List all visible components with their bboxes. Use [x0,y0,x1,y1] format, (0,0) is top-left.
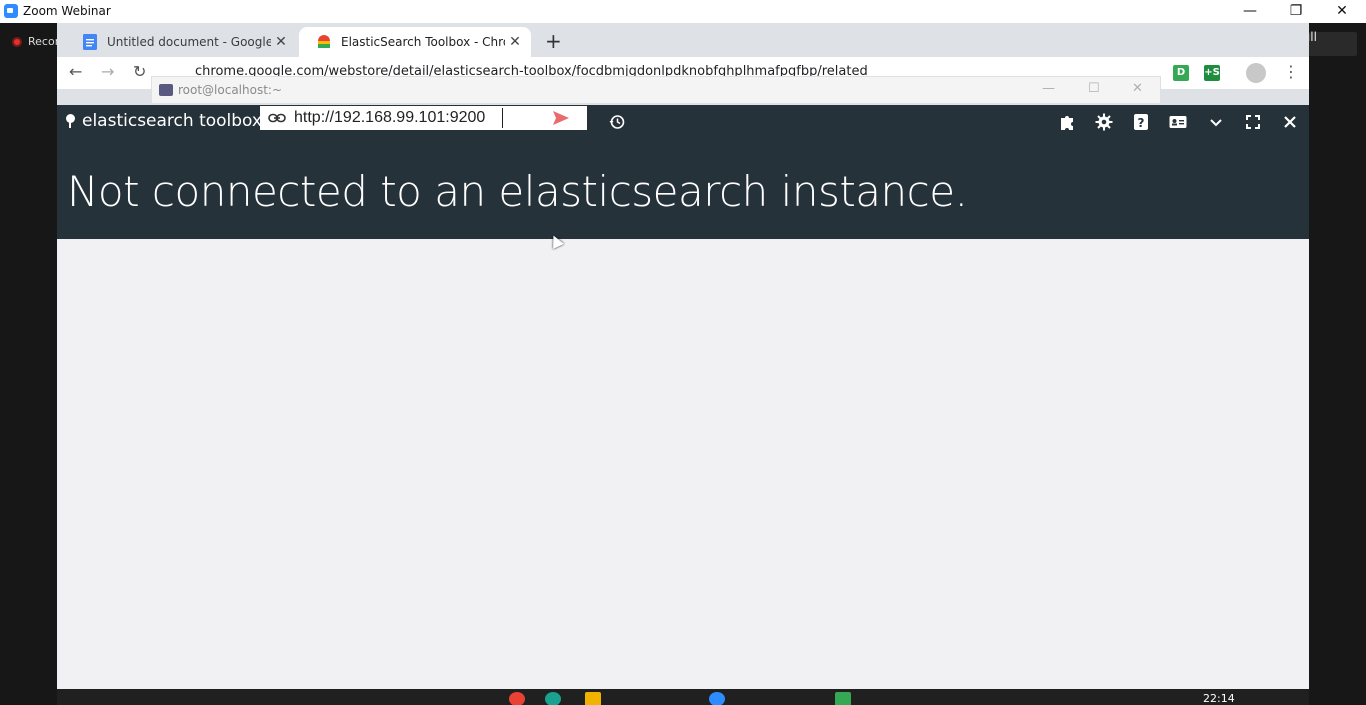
extension-d-icon[interactable]: D [1173,65,1189,81]
shared-screen: Untitled document - Google Docs ✕ Elasti… [57,23,1309,689]
file-explorer-taskbar-icon[interactable] [585,692,601,705]
terminal-window-titlebar[interactable]: root@localhost:~ — ☐ ✕ [151,76,1161,104]
terminal-close-button[interactable]: ✕ [1132,81,1143,96]
close-window-button[interactable]: ✕ [1319,0,1365,23]
tab-elasticsearch-toolbox[interactable]: ElasticSearch Toolbox - Chrome Web Store… [299,27,531,57]
connection-url-input[interactable] [294,108,503,128]
active-app-taskbar-icon[interactable] [835,692,851,705]
es-toolbox-header: elasticsearch toolbox http://192.168.99.… [57,105,1309,239]
chevron-down-icon[interactable] [1207,113,1225,131]
location-pin-icon [65,114,76,128]
windows-taskbar: 22:14 [57,689,1309,705]
terminal-maximize-button[interactable]: ☐ [1088,81,1100,96]
es-toolbox-content [57,239,1309,689]
chrome-menu-icon[interactable]: ⋮ [1283,62,1299,81]
taskbar-clock: 22:14 [1203,692,1235,705]
settings-icon[interactable] [1095,113,1113,131]
close-icon[interactable] [1281,113,1299,131]
tab-google-docs[interactable]: Untitled document - Google Docs ✕ [65,27,297,57]
es-brand: elasticsearch toolbox [65,111,262,131]
app-taskbar-icon[interactable] [545,692,561,705]
close-tab-icon[interactable]: ✕ [271,34,291,50]
zoom-taskbar-icon[interactable] [709,692,725,705]
zoom-titlebar: Zoom Webinar — ❐ ✕ [0,0,1366,23]
contact-card-icon[interactable] [1169,113,1187,131]
chrome-taskbar-icon[interactable] [509,692,525,705]
chrome-web-store-icon [318,35,330,48]
history-icon[interactable] [609,114,625,130]
terminal-title: root@localhost:~ [178,83,283,97]
restore-button[interactable]: ❐ [1273,0,1319,23]
terminal-minimize-button[interactable]: — [1042,81,1055,96]
svg-text:?: ? [1138,116,1145,130]
close-tab-icon[interactable]: ✕ [505,34,525,50]
es-brand-label: elasticsearch toolbox [82,111,262,131]
extension-s-icon[interactable]: +S [1204,65,1220,81]
zoom-window-title: Zoom Webinar [23,4,111,18]
record-icon [12,36,22,47]
terminal-icon [159,84,173,96]
plugins-icon[interactable] [1058,113,1076,131]
link-icon [268,113,286,123]
expand-icon[interactable] [1244,113,1262,131]
help-icon[interactable]: ? [1132,113,1150,131]
tab-title: Untitled document - Google Docs [107,35,271,49]
connection-status-message: Not connected to an elasticsearch instan… [67,167,968,216]
tab-title: ElasticSearch Toolbox - Chrome Web Store [341,35,505,49]
profile-avatar[interactable] [1246,63,1266,83]
connect-send-icon[interactable] [553,111,569,125]
reload-icon[interactable]: ↻ [133,62,146,81]
back-icon[interactable]: ← [69,62,82,81]
new-tab-button[interactable]: + [545,29,562,53]
google-docs-icon [83,34,97,50]
chrome-tabstrip: Untitled document - Google Docs ✕ Elasti… [57,23,1309,57]
connection-url-box [260,106,587,130]
minimize-button[interactable]: — [1227,0,1273,23]
forward-icon[interactable]: → [101,62,114,81]
zoom-logo-icon [4,4,18,18]
